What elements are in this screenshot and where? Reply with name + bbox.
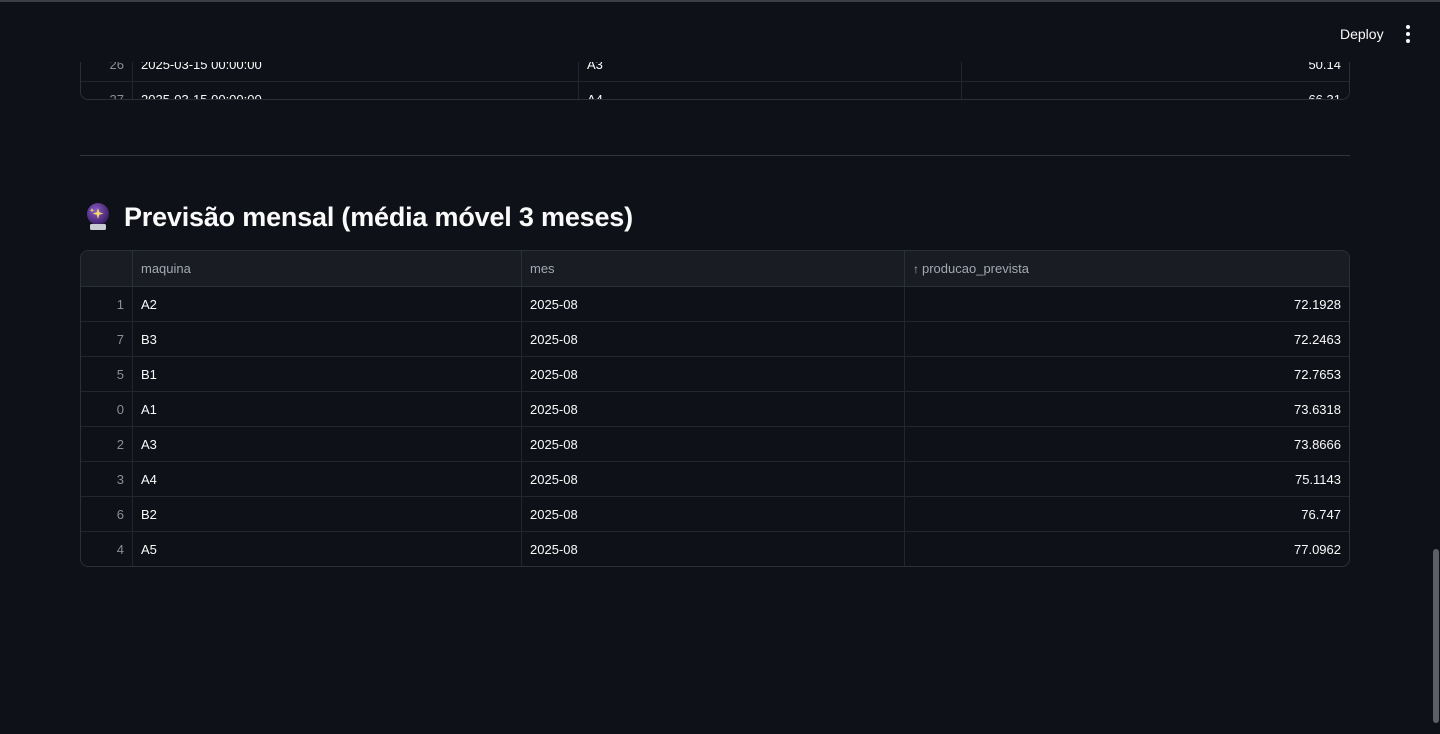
page-title: Previsão mensal (média móvel 3 meses) <box>124 201 633 232</box>
index-header <box>81 251 132 287</box>
producao-prevista-cell: 77.0962 <box>904 532 1349 566</box>
table-row[interactable]: 3 A4 2025-08 75.1143 <box>81 462 1349 497</box>
producao-prevista-cell: 72.2463 <box>904 322 1349 357</box>
producao-prevista-cell: 73.8666 <box>904 427 1349 462</box>
mes-cell: 2025-08 <box>521 357 904 392</box>
maquina-cell: B1 <box>132 357 521 392</box>
maquina-cell: A2 <box>132 287 521 322</box>
date-cell: 2025-03-15 00:00:00 <box>132 82 578 99</box>
mes-cell: 2025-08 <box>521 427 904 462</box>
table-row[interactable]: 4 A5 2025-08 77.0962 <box>81 532 1349 566</box>
mes-cell: 2025-08 <box>521 462 904 497</box>
section-heading: Previsão mensal (média móvel 3 meses) <box>84 196 633 238</box>
table-row[interactable]: 6 B2 2025-08 76.747 <box>81 497 1349 532</box>
row-index: 7 <box>116 332 124 347</box>
table-row[interactable]: 7 B3 2025-08 72.2463 <box>81 322 1349 357</box>
section-divider <box>80 155 1350 156</box>
column-header-label: producao_prevista <box>922 261 1029 276</box>
maquina-cell: B3 <box>132 322 521 357</box>
row-index: 1 <box>116 297 124 312</box>
value-cell: 66.31 <box>961 82 1349 99</box>
menu-dot <box>1406 25 1410 29</box>
row-index: 4 <box>116 542 124 557</box>
table-header-row: maquina mes ↑ producao_prevista <box>81 251 1349 287</box>
row-index: 0 <box>116 402 124 417</box>
mes-cell: 2025-08 <box>521 322 904 357</box>
producao-prevista-cell: 75.1143 <box>904 462 1349 497</box>
mes-cell: 2025-08 <box>521 287 904 322</box>
scrollbar-thumb[interactable] <box>1433 549 1439 723</box>
table-row[interactable]: 5 B1 2025-08 72.7653 <box>81 357 1349 392</box>
column-header-mes[interactable]: mes <box>521 251 904 287</box>
machine-cell: A4 <box>578 82 961 99</box>
producao-prevista-cell: 76.747 <box>904 497 1349 532</box>
table-row: 27 2025-03-15 00:00:00 A4 66.31 <box>81 82 1349 100</box>
mes-cell: 2025-08 <box>521 392 904 427</box>
row-index: 2 <box>116 437 124 452</box>
maquina-cell: A3 <box>132 427 521 462</box>
forecast-dataframe[interactable]: maquina mes ↑ producao_prevista 1 A2 2025-0… <box>80 250 1350 567</box>
menu-dot <box>1406 32 1410 36</box>
maquina-cell: A1 <box>132 392 521 427</box>
row-index: 5 <box>116 367 124 382</box>
row-index: 27 <box>109 92 124 100</box>
producao-prevista-cell: 72.1928 <box>904 287 1349 322</box>
row-index: 3 <box>116 472 124 487</box>
producao-prevista-cell: 73.6318 <box>904 392 1349 427</box>
deploy-button[interactable]: Deploy <box>1330 20 1394 48</box>
table-row[interactable]: 0 A1 2025-08 73.6318 <box>81 392 1349 427</box>
maquina-cell: A4 <box>132 462 521 497</box>
sort-ascending-icon: ↑ <box>913 262 919 276</box>
maquina-cell: A5 <box>132 532 521 566</box>
menu-dot <box>1406 39 1410 43</box>
column-header-maquina[interactable]: maquina <box>132 251 521 287</box>
app-header: Deploy <box>0 2 1440 62</box>
column-header-producao-prevista[interactable]: ↑ producao_prevista <box>904 251 1349 287</box>
crystal-ball-icon <box>84 202 112 232</box>
maquina-cell: B2 <box>132 497 521 532</box>
table-row[interactable]: 1 A2 2025-08 72.1928 <box>81 287 1349 322</box>
mes-cell: 2025-08 <box>521 497 904 532</box>
mes-cell: 2025-08 <box>521 532 904 566</box>
producao-prevista-cell: 72.7653 <box>904 357 1349 392</box>
table-row[interactable]: 2 A3 2025-08 73.8666 <box>81 427 1349 462</box>
kebab-menu-icon[interactable] <box>1396 20 1420 48</box>
row-index: 6 <box>116 507 124 522</box>
